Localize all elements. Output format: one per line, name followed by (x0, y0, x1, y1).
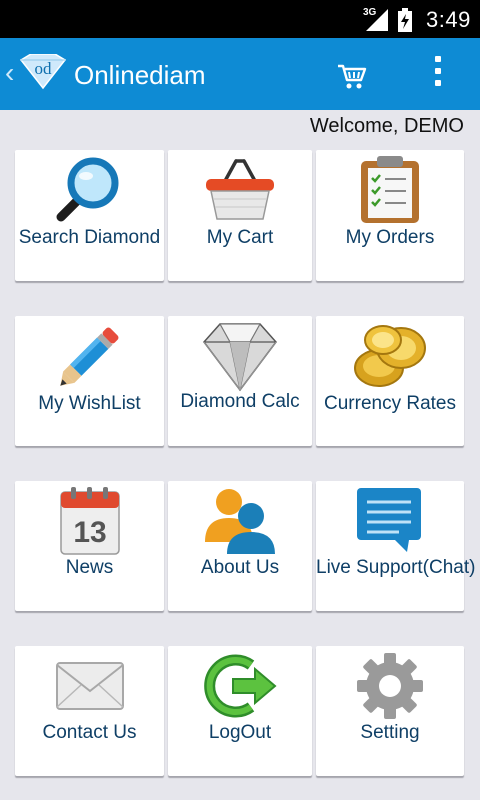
tile-label: Setting (360, 722, 420, 743)
currency-rates-tile[interactable]: Currency Rates (316, 316, 464, 446)
calendar-day: 13 (73, 516, 106, 549)
tile-label: Currency Rates (324, 393, 456, 414)
signal-icon (366, 9, 388, 31)
search-icon (56, 157, 118, 222)
search-diamond-tile[interactable]: Search Diamond (15, 150, 164, 281)
back-chevron-icon[interactable]: ‹ (5, 59, 14, 87)
contact-us-tile[interactable]: Contact Us (15, 646, 164, 776)
calendar-icon: 13 (59, 487, 120, 555)
tile-label: LogOut (208, 722, 272, 743)
tile-label: My Cart (206, 227, 274, 248)
logout-tile[interactable]: LogOut (168, 646, 312, 776)
diamond-icon (203, 323, 277, 392)
clipboard-icon (361, 156, 419, 223)
setting-tile[interactable]: Setting (316, 646, 464, 776)
tile-label: Search Diamond (18, 227, 161, 248)
my-orders-tile[interactable]: My Orders (316, 150, 464, 281)
logo-text: od (35, 59, 53, 78)
action-bar: ‹ od Onlinediam (0, 38, 480, 110)
users-icon (205, 489, 275, 554)
about-us-tile[interactable]: About Us (168, 481, 312, 611)
tile-label: Live Support(Chat) (316, 557, 476, 578)
my-wishlist-tile[interactable]: My WishList (15, 316, 164, 446)
tile-label: Diamond Calc (180, 391, 300, 412)
basket-icon (206, 159, 274, 220)
pencil-icon (59, 327, 118, 386)
gear-icon (357, 653, 423, 719)
clock: 3:49 (426, 7, 471, 32)
chat-bubble-icon (357, 488, 421, 552)
tile-label: About Us (200, 557, 280, 578)
battery-icon (398, 8, 412, 32)
envelope-icon (55, 662, 124, 710)
app-title: Onlinediam (74, 60, 206, 90)
news-tile[interactable]: 13 News (15, 481, 164, 611)
tile-label: Contact Us (42, 722, 137, 743)
app-logo[interactable]: od (18, 54, 68, 90)
live-support-tile[interactable]: Live Support(Chat) (316, 481, 476, 611)
tile-label: News (65, 557, 114, 578)
tile-label: My Orders (345, 227, 435, 248)
tile-label: My WishList (38, 393, 141, 414)
diamond-calc-tile[interactable]: Diamond Calc (168, 316, 312, 446)
status-bar: 3G 3:49 (0, 0, 480, 38)
my-cart-tile[interactable]: My Cart (168, 150, 312, 281)
welcome-text: Welcome, DEMO (309, 115, 464, 137)
cart-icon[interactable] (336, 61, 368, 91)
coins-icon (354, 325, 426, 387)
logout-icon (204, 654, 277, 718)
overflow-menu-icon[interactable] (428, 56, 448, 92)
